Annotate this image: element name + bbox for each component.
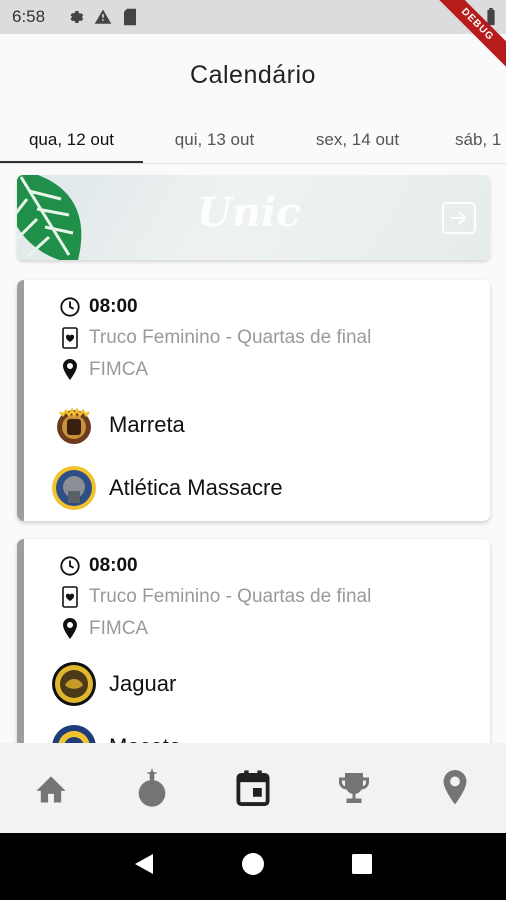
team-logo-marreta — [51, 402, 97, 448]
gear-icon — [66, 8, 84, 31]
team-logo-atletica-massacre — [51, 465, 97, 511]
team-row: Atlética Massacre — [51, 465, 283, 511]
team-row: Jaguar — [51, 661, 176, 707]
app-bar: Calendário — [0, 34, 506, 116]
back-icon[interactable] — [133, 852, 155, 881]
home-icon — [36, 776, 66, 803]
banner-logo: Unic — [197, 189, 301, 236]
clock-icon — [59, 296, 81, 318]
playing-card-icon — [59, 327, 81, 349]
date-tabs: qua, 12 out qui, 13 out sex, 14 out sáb,… — [0, 116, 506, 164]
status-time: 6:58 — [12, 7, 46, 26]
match-card[interactable]: 08:00 Truco Feminino - Quartas de final … — [17, 280, 490, 521]
clock-icon — [59, 555, 81, 577]
tab-sex-14-out[interactable]: sex, 14 out — [286, 116, 429, 163]
match-time-row: 08:00 — [59, 296, 138, 318]
match-event-row: Truco Feminino - Quartas de final — [59, 586, 371, 608]
arrow-right-icon[interactable] — [442, 202, 476, 234]
page-title: Calendário — [190, 60, 316, 89]
leaf-decoration — [17, 175, 82, 260]
match-event: Truco Feminino - Quartas de final — [89, 586, 372, 607]
sd-card-icon — [122, 8, 138, 31]
system-navigation-bar — [0, 833, 506, 900]
match-card[interactable]: 08:00 Truco Feminino - Quartas de final … — [17, 539, 490, 769]
tab-indicator — [0, 161, 143, 163]
location-pin-icon — [59, 359, 81, 381]
team-name: Atlética Massacre — [109, 475, 283, 500]
tab-qui-13-out[interactable]: qui, 13 out — [143, 116, 286, 163]
match-location-row: FIMCA — [59, 618, 148, 640]
trophy-icon — [339, 773, 370, 803]
team-row: Marreta — [51, 402, 185, 448]
tab-sab[interactable]: sáb, 1 — [429, 116, 506, 163]
playing-card-icon — [59, 586, 81, 608]
match-time: 08:00 — [89, 296, 138, 317]
match-location: FIMCA — [89, 359, 149, 380]
team-name: Jaguar — [109, 671, 177, 696]
bomb-icon — [138, 768, 166, 807]
nav-calendar[interactable] — [223, 758, 283, 818]
match-time: 08:00 — [89, 555, 138, 576]
nav-trophy[interactable] — [324, 758, 384, 818]
match-time-row: 08:00 — [59, 555, 138, 577]
match-location-row: FIMCA — [59, 359, 148, 381]
home-circle-icon[interactable] — [241, 852, 265, 881]
team-logo-jaguar — [51, 661, 97, 707]
sponsor-banner[interactable]: Unic — [17, 175, 490, 260]
match-event: Truco Feminino - Quartas de final — [89, 327, 372, 348]
tab-qua-12-out[interactable]: qua, 12 out — [0, 116, 143, 163]
nav-home[interactable] — [21, 758, 81, 818]
calendar-icon — [236, 770, 270, 806]
nav-location[interactable] — [425, 758, 485, 818]
location-pin-icon — [59, 618, 81, 640]
match-event-row: Truco Feminino - Quartas de final — [59, 327, 371, 349]
nav-bomb[interactable] — [122, 758, 182, 818]
bottom-navigation — [0, 743, 506, 833]
warning-icon — [94, 8, 112, 31]
match-location: FIMCA — [89, 618, 149, 639]
location-pin-icon — [443, 770, 467, 805]
team-name: Marreta — [109, 412, 185, 437]
recents-icon[interactable] — [351, 853, 373, 880]
